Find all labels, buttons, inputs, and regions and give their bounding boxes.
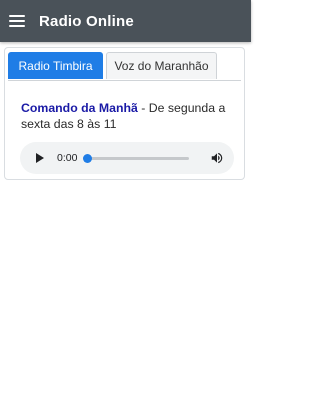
program-info: Comando da Manhã - De segunda a sexta da… <box>21 100 233 132</box>
audio-player: 0:00 <box>20 142 234 174</box>
tab-voz-do-maranhao[interactable]: Voz do Maranhão <box>106 52 217 79</box>
program-name-link[interactable]: Comando da Manhã <box>21 101 138 115</box>
app-title: Radio Online <box>39 12 134 30</box>
radio-panel: Radio Timbira Voz do Maranhão Comando da… <box>4 47 245 180</box>
tab-radio-timbira[interactable]: Radio Timbira <box>8 52 103 79</box>
play-icon[interactable] <box>36 153 44 163</box>
seek-bar[interactable] <box>83 153 189 163</box>
app-bar: Radio Online <box>0 0 251 42</box>
current-time: 0:00 <box>57 152 78 164</box>
volume-icon[interactable] <box>209 151 225 165</box>
seek-knob[interactable] <box>83 153 92 163</box>
hamburger-menu-icon[interactable] <box>9 14 25 28</box>
radio-tabs: Radio Timbira Voz do Maranhão <box>8 52 241 81</box>
